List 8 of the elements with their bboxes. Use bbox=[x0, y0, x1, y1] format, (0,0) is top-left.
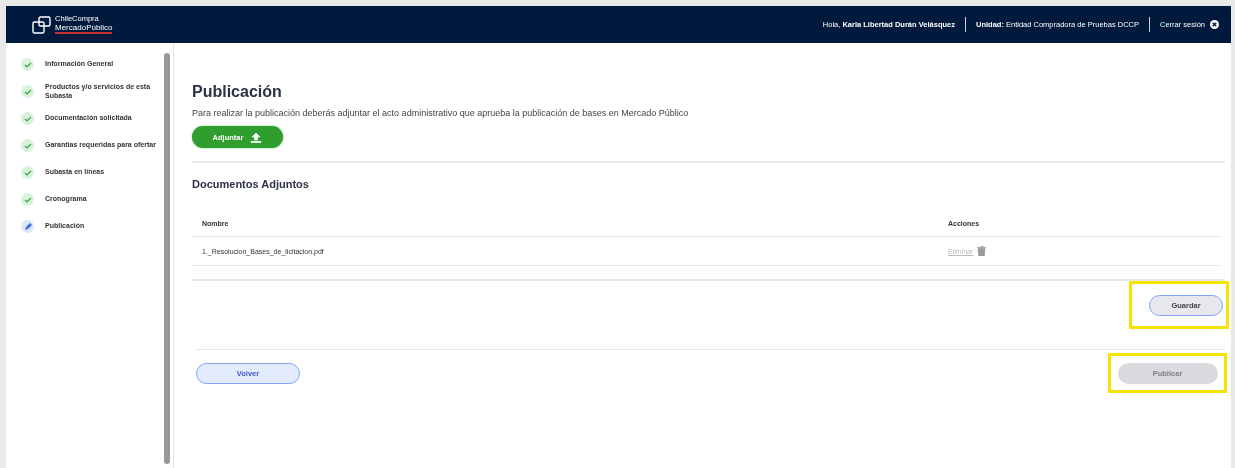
close-icon bbox=[1210, 20, 1219, 29]
section-title: Documentos Adjuntos bbox=[192, 178, 310, 190]
upload-icon bbox=[250, 131, 263, 143]
description-text: Para realizar la publicación deberás adjuntar el acto administrativo que aprueba la publicación de bases en Mercado Público bbox=[192, 108, 690, 118]
trash-icon bbox=[977, 246, 987, 256]
logo-text: MercadoPúblico bbox=[55, 23, 113, 32]
page-title: Publicación bbox=[192, 83, 283, 101]
logo-icon bbox=[32, 15, 52, 34]
